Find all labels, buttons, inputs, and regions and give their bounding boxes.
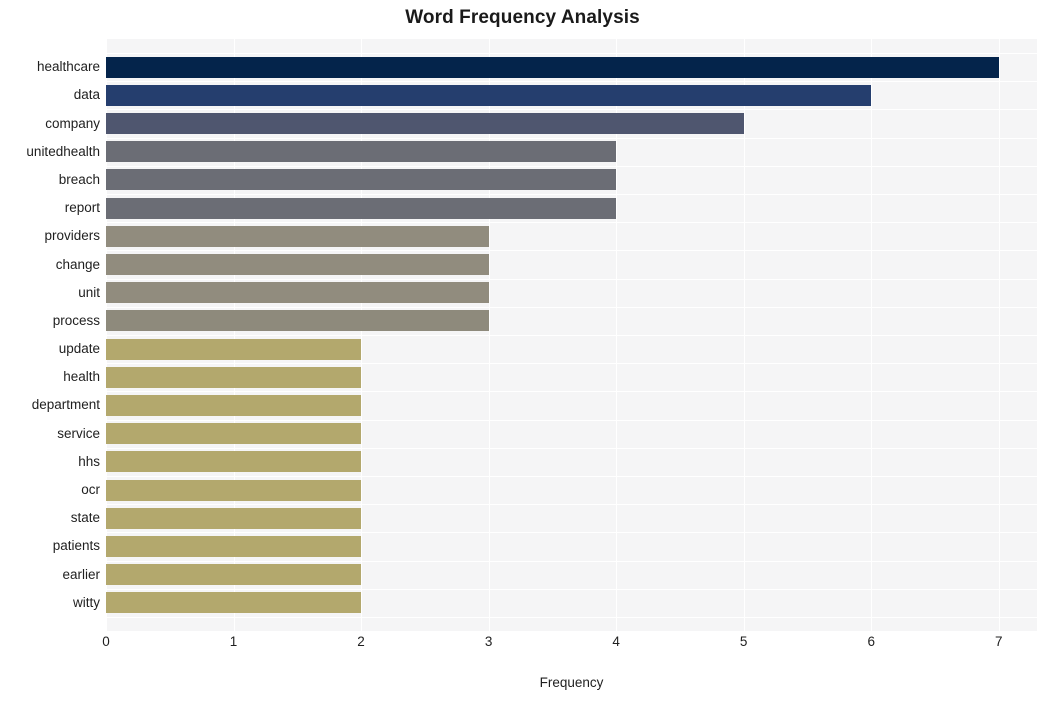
bar[interactable] (106, 394, 362, 416)
y-axis-tick-label: hhs (78, 453, 100, 469)
bar[interactable] (106, 141, 617, 163)
x-axis-tick-label: 0 (102, 634, 110, 649)
x-axis-title: Frequency (539, 675, 604, 690)
x-axis-tick-label: 1 (229, 634, 238, 649)
x-axis-tick-labels: 0 1 2 3 4 5 6 7 (102, 634, 1037, 658)
y-axis-tick-label: service (57, 425, 100, 441)
y-axis-tick-label: patients (52, 538, 100, 554)
bar[interactable] (106, 56, 999, 78)
x-axis-tick-label: 3 (484, 634, 493, 649)
y-axis-tick-label: report (64, 200, 100, 216)
y-axis-tick-labels: healthcare data company unitedhealth breach r… (0, 39, 100, 631)
x-axis-tick-label: 7 (994, 634, 1003, 649)
bar[interactable] (106, 310, 489, 332)
y-axis-tick-label: ocr (81, 482, 100, 498)
word-frequency-chart: Word Frequency Analysis healthcare data co… (0, 0, 1045, 701)
bar[interactable] (106, 169, 617, 191)
y-axis-tick-label: update (58, 341, 100, 357)
bars-layer (106, 39, 1037, 631)
y-axis-tick-label: providers (44, 228, 100, 244)
y-axis-tick-label: unit (78, 284, 100, 300)
bar[interactable] (106, 282, 489, 304)
y-axis-tick-label: process (52, 312, 100, 328)
y-axis-tick-label: change (55, 256, 100, 272)
bar[interactable] (106, 225, 489, 247)
bar[interactable] (106, 84, 872, 106)
x-axis-tick-label: 6 (867, 634, 875, 649)
plot-area (106, 39, 1037, 631)
chart-title: Word Frequency Analysis (405, 7, 640, 28)
y-axis-tick-label: company (45, 115, 100, 131)
x-axis-tick-label: 5 (739, 634, 748, 649)
bar[interactable] (106, 423, 362, 445)
bar[interactable] (106, 535, 362, 557)
y-axis-tick-label: department (31, 397, 100, 413)
y-axis-tick-label: breach (58, 171, 100, 187)
bar[interactable] (106, 451, 362, 473)
bar[interactable] (106, 479, 362, 501)
bar[interactable] (106, 254, 489, 276)
bar[interactable] (106, 338, 362, 360)
x-axis-tick-label: 4 (612, 634, 620, 649)
y-axis-tick-label: witty (73, 594, 100, 610)
bar[interactable] (106, 507, 362, 529)
y-axis-tick-label: earlier (62, 566, 100, 582)
y-axis-tick-label: healthcare (36, 59, 100, 75)
y-axis-tick-label: state (70, 510, 100, 526)
bar[interactable] (106, 197, 617, 219)
bar[interactable] (106, 564, 362, 586)
bar[interactable] (106, 366, 362, 388)
x-axis-tick-label: 2 (357, 634, 365, 649)
bar[interactable] (106, 592, 362, 614)
y-axis-tick-label: unitedhealth (26, 143, 100, 159)
bar[interactable] (106, 113, 744, 135)
y-axis-tick-label: health (63, 369, 100, 385)
y-axis-tick-label: data (73, 87, 100, 103)
